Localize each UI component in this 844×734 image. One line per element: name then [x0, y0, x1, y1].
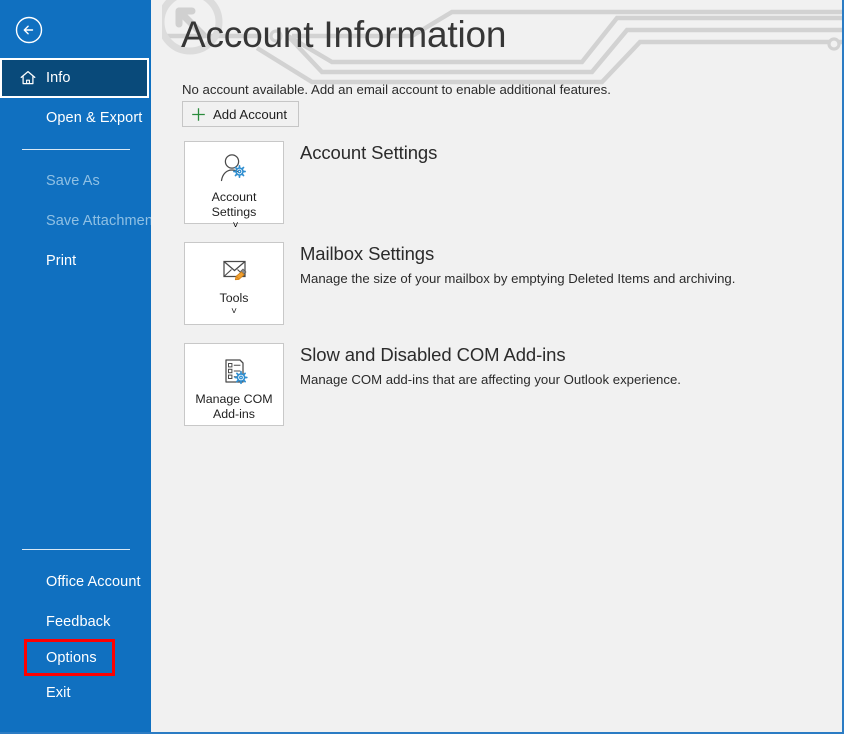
section-heading: Mailbox Settings	[300, 243, 435, 264]
sidebar-item-save-as: Save As	[0, 161, 151, 201]
sidebar-divider-top	[22, 149, 130, 150]
sidebar-item-exit[interactable]: Exit	[0, 673, 151, 713]
sidebar-item-label: Save Attachments	[46, 213, 151, 229]
envelope-broom-icon	[215, 252, 253, 288]
manage-com-addins-button-label: Manage COM Add-ins	[195, 392, 273, 421]
back-arrow-icon	[15, 16, 43, 44]
no-account-message: No account available. Add an email accou…	[182, 82, 611, 97]
sidebar-item-label: Info	[46, 70, 71, 86]
sidebar-nav-bottom: Office Account Feedback Options Exit	[0, 538, 151, 713]
chevron-down-icon: ˅	[232, 220, 239, 231]
section-heading: Slow and Disabled COM Add-ins	[300, 344, 566, 365]
backstage-content: Account Information No account available…	[151, 0, 842, 732]
sidebar-item-info[interactable]: Info	[0, 58, 149, 98]
backstage-view: Info Open & Export Save As Save Attachme…	[0, 0, 844, 734]
home-icon	[20, 70, 36, 85]
sidebar-item-print[interactable]: Print	[0, 241, 151, 281]
chevron-down-icon: ˅	[231, 306, 237, 317]
sidebar-item-label: Exit	[46, 685, 71, 701]
sidebar-nav-list: Info Open & Export Save As Save Attachme…	[0, 58, 151, 281]
section-account-settings: Account Settings ˅ Account Settings	[184, 141, 437, 231]
tools-button[interactable]: Tools ˅	[184, 242, 284, 325]
account-settings-text: Account Settings	[300, 141, 437, 170]
sidebar-item-label: Open & Export	[46, 110, 143, 126]
plus-icon	[192, 107, 205, 121]
sidebar-item-options[interactable]: Options	[24, 639, 115, 676]
sidebar-item-label: Office Account	[46, 574, 141, 590]
account-settings-button-label: Account Settings	[211, 190, 257, 219]
page-title: Account Information	[181, 14, 507, 55]
sidebar-divider-bottom	[22, 549, 130, 550]
section-mailbox-settings: Tools ˅ Mailbox Settings Manage the size…	[184, 242, 735, 325]
sidebar-item-label: Options	[46, 649, 97, 666]
mailbox-settings-text: Mailbox Settings Manage the size of your…	[300, 242, 735, 286]
sidebar-item-save-attachments: Save Attachments	[0, 201, 151, 241]
back-arrow-button[interactable]	[14, 15, 44, 45]
sidebar-item-label: Feedback	[46, 614, 111, 630]
sidebar-item-feedback[interactable]: Feedback	[0, 602, 151, 642]
sidebar-item-office-account[interactable]: Office Account	[0, 562, 151, 602]
addins-gear-icon	[215, 353, 253, 389]
section-description: Manage COM add-ins that are affecting yo…	[300, 372, 681, 387]
sidebar-item-open-and-export[interactable]: Open & Export	[0, 98, 151, 138]
manage-com-addins-button[interactable]: Manage COM Add-ins	[184, 343, 284, 426]
com-addins-text: Slow and Disabled COM Add-ins Manage COM…	[300, 343, 681, 387]
section-description: Manage the size of your mailbox by empty…	[300, 271, 736, 286]
tools-button-label: Tools	[219, 291, 249, 305]
add-account-button[interactable]: Add Account	[182, 101, 300, 127]
account-settings-button[interactable]: Account Settings ˅	[184, 141, 284, 231]
add-account-label: Add Account	[213, 106, 288, 122]
sidebar-item-label: Print	[46, 253, 77, 269]
section-heading: Account Settings	[300, 142, 438, 163]
person-gear-icon	[215, 151, 253, 187]
backstage-sidebar: Info Open & Export Save As Save Attachme…	[0, 0, 151, 732]
sidebar-item-label: Save As	[46, 173, 100, 189]
section-com-addins: Manage COM Add-ins Slow and Disabled COM…	[184, 343, 681, 426]
